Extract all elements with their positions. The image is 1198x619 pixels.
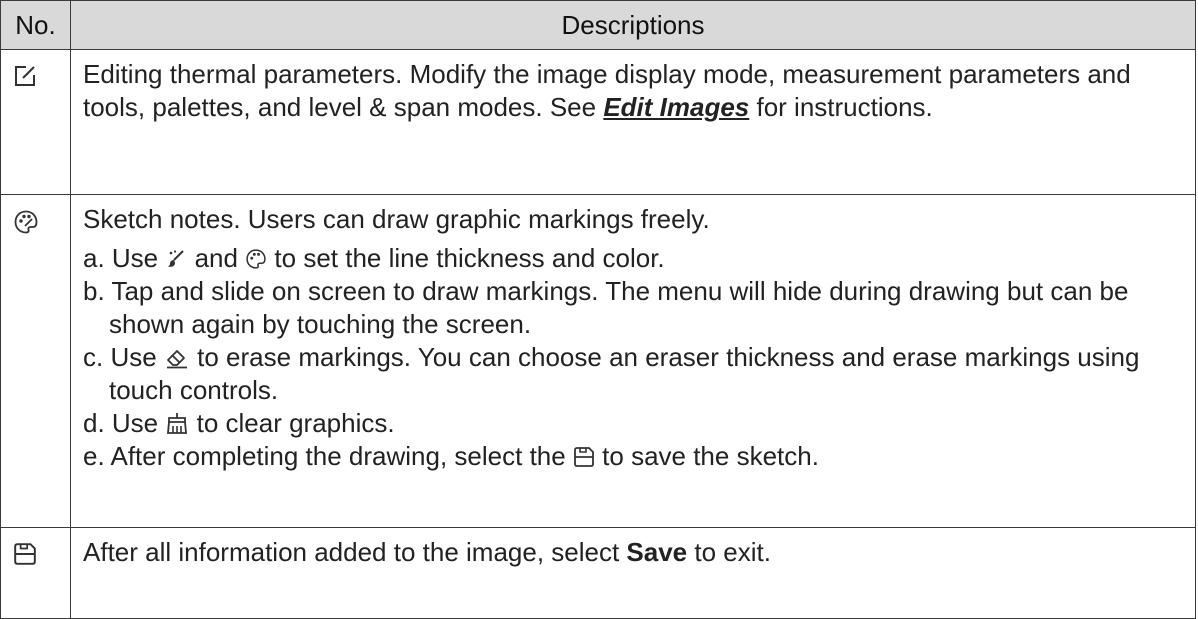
table-header-row: No. Descriptions: [0, 0, 1196, 50]
icon-cell: [0, 527, 71, 619]
description-text: After all information added to the image…: [83, 537, 771, 567]
list-item: a. Use and to set the line thickness and…: [83, 243, 665, 273]
steps-list: a. Use and to set the line thickness and…: [83, 242, 1183, 473]
header-descriptions: Descriptions: [70, 0, 1196, 50]
description-intro: Sketch notes. Users can draw graphic mar…: [83, 204, 710, 234]
header-no: No.: [0, 0, 71, 50]
descriptions-table: No. Descriptions Editing thermal paramet…: [0, 0, 1196, 619]
description-cell: After all information added to the image…: [70, 527, 1196, 619]
list-item: e. After completing the drawing, select …: [83, 441, 819, 471]
table-row: Editing thermal parameters. Modify the i…: [0, 49, 1196, 195]
palette-icon: [245, 243, 267, 273]
description-text: Editing thermal parameters. Modify the i…: [83, 59, 1131, 122]
eraser-icon: [164, 342, 190, 372]
icon-cell: [0, 49, 71, 195]
list-item: b. Tap and slide on screen to draw marki…: [83, 276, 1129, 339]
description-cell: Editing thermal parameters. Modify the i…: [70, 49, 1196, 195]
list-item: d. Use to clear graphics.: [83, 408, 395, 438]
save-label: Save: [626, 537, 688, 567]
edit-icon: [13, 64, 70, 93]
icon-cell: [0, 194, 71, 528]
edit-images-link[interactable]: Edit Images: [603, 92, 749, 122]
save-icon: [13, 542, 70, 571]
table-row: Sketch notes. Users can draw graphic mar…: [0, 194, 1196, 528]
list-item: c. Use to erase markings. You can choose…: [83, 342, 1140, 405]
description-cell: Sketch notes. Users can draw graphic mar…: [70, 194, 1196, 528]
brush-icon: [165, 243, 187, 273]
save-icon: [573, 441, 595, 471]
table-row: After all information added to the image…: [0, 527, 1196, 619]
palette-icon: [13, 209, 70, 240]
clear-broom-icon: [165, 408, 189, 438]
